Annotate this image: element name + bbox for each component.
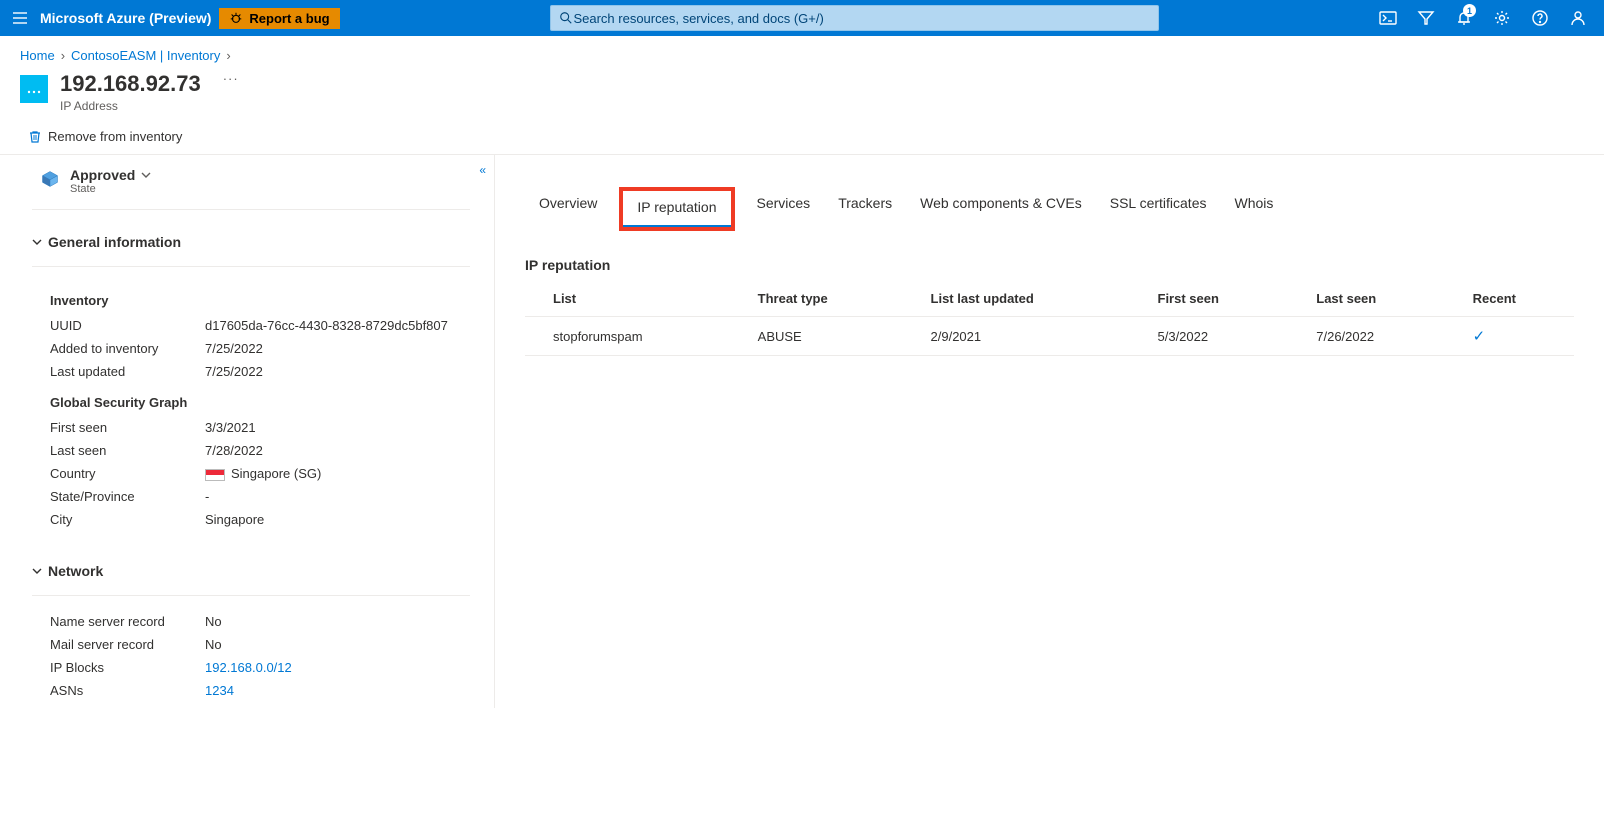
page-subtitle: IP Address [60, 99, 201, 113]
tab-highlight: IP reputation [619, 187, 734, 231]
table-header-row: List Threat type List last updated First… [525, 281, 1574, 317]
kv-last-seen: Last seen7/28/2022 [32, 439, 470, 462]
trash-icon [28, 130, 42, 144]
kv-uuid: UUIDd17605da-76cc-4430-8328-8729dc5bf807 [32, 314, 470, 337]
chevron-down-icon [32, 566, 42, 576]
state-value: Approved [70, 167, 135, 183]
tabs: Overview IP reputation Services Trackers… [525, 187, 1574, 231]
left-pane: « Approved State General information [0, 155, 495, 708]
cell-list: stopforumspam [525, 317, 730, 356]
search-input[interactable] [573, 11, 1150, 26]
notification-badge: 1 [1463, 4, 1476, 17]
kv-asn: ASNs1234 [32, 679, 470, 702]
cell-last: 7/26/2022 [1288, 317, 1444, 356]
reputation-table: List Threat type List last updated First… [525, 281, 1574, 356]
search-wrap [348, 5, 1362, 31]
kv-updated: Last updated7/25/2022 [32, 360, 470, 383]
tab-ssl[interactable]: SSL certificates [1096, 187, 1221, 231]
tab-services[interactable]: Services [743, 187, 825, 231]
cell-first: 5/3/2022 [1130, 317, 1289, 356]
tab-webcomponents[interactable]: Web components & CVEs [906, 187, 1096, 231]
th-recent[interactable]: Recent [1445, 281, 1574, 317]
kv-ns: Name server recordNo [32, 610, 470, 633]
kv-ms: Mail server recordNo [32, 633, 470, 656]
resource-icon [20, 75, 48, 103]
section-network[interactable]: Network [32, 553, 470, 585]
breadcrumb-inventory[interactable]: ContosoEASM | Inventory [71, 48, 220, 63]
search-box[interactable] [550, 5, 1159, 31]
top-icons: 1 [1370, 0, 1596, 36]
state-dropdown[interactable]: Approved [70, 167, 151, 183]
report-bug-label: Report a bug [249, 11, 329, 26]
kv-ipb: IP Blocks192.168.0.0/12 [32, 656, 470, 679]
section-general-info[interactable]: General information [32, 224, 470, 256]
th-last[interactable]: Last seen [1288, 281, 1444, 317]
th-list[interactable]: List [525, 281, 730, 317]
tab-ip-reputation[interactable]: IP reputation [623, 191, 730, 227]
search-icon [559, 11, 573, 25]
collapse-pane-icon[interactable]: « [479, 163, 486, 177]
kv-city: CitySingapore [32, 508, 470, 531]
settings-icon[interactable] [1484, 0, 1520, 36]
breadcrumb-home[interactable]: Home [20, 48, 55, 63]
report-bug-button[interactable]: Report a bug [219, 8, 339, 29]
breadcrumb-sep: › [226, 48, 230, 63]
kv-country: CountrySingapore (SG) [32, 462, 470, 485]
chevron-down-icon [141, 170, 151, 180]
help-icon[interactable] [1522, 0, 1558, 36]
kv-first-seen: First seen3/3/2021 [32, 416, 470, 439]
breadcrumb-sep: › [61, 48, 65, 63]
brand-label[interactable]: Microsoft Azure (Preview) [40, 10, 211, 26]
th-threat[interactable]: Threat type [730, 281, 903, 317]
more-actions-icon[interactable]: ··· [223, 71, 239, 86]
cell-recent: ✓ [1445, 317, 1574, 356]
tab-trackers[interactable]: Trackers [824, 187, 906, 231]
cell-threat: ABUSE [730, 317, 903, 356]
hamburger-icon[interactable] [8, 6, 32, 30]
th-updated[interactable]: List last updated [903, 281, 1130, 317]
right-pane: Overview IP reputation Services Trackers… [495, 155, 1604, 708]
breadcrumb: Home › ContosoEASM | Inventory › [0, 36, 1604, 63]
subsection-inventory: Inventory [32, 281, 470, 314]
cell-updated: 2/9/2021 [903, 317, 1130, 356]
kv-stateprov: State/Province- [32, 485, 470, 508]
subsection-gsg: Global Security Graph [32, 383, 470, 416]
account-icon[interactable] [1560, 0, 1596, 36]
state-block: Approved State [0, 155, 494, 205]
page-title: 192.168.92.73 [60, 71, 201, 97]
filter-icon[interactable] [1408, 0, 1444, 36]
cube-icon [40, 169, 60, 189]
command-bar: Remove from inventory [0, 119, 1604, 155]
topbar: Microsoft Azure (Preview) Report a bug 1 [0, 0, 1604, 36]
remove-from-inventory-button[interactable]: Remove from inventory [28, 129, 182, 144]
check-icon: ✓ [1473, 328, 1486, 345]
tab-overview[interactable]: Overview [525, 187, 611, 231]
table-row[interactable]: stopforumspam ABUSE 2/9/2021 5/3/2022 7/… [525, 317, 1574, 356]
flag-sg-icon [205, 469, 225, 481]
notifications-icon[interactable]: 1 [1446, 0, 1482, 36]
kv-added: Added to inventory7/25/2022 [32, 337, 470, 360]
chevron-down-icon [32, 237, 42, 247]
remove-label: Remove from inventory [48, 129, 182, 144]
tab-whois[interactable]: Whois [1220, 187, 1287, 231]
panel-title: IP reputation [525, 257, 1574, 273]
cloud-shell-icon[interactable] [1370, 0, 1406, 36]
page-title-row: 192.168.92.73 IP Address ··· [0, 63, 1604, 119]
th-first[interactable]: First seen [1130, 281, 1289, 317]
state-label: State [70, 183, 151, 195]
